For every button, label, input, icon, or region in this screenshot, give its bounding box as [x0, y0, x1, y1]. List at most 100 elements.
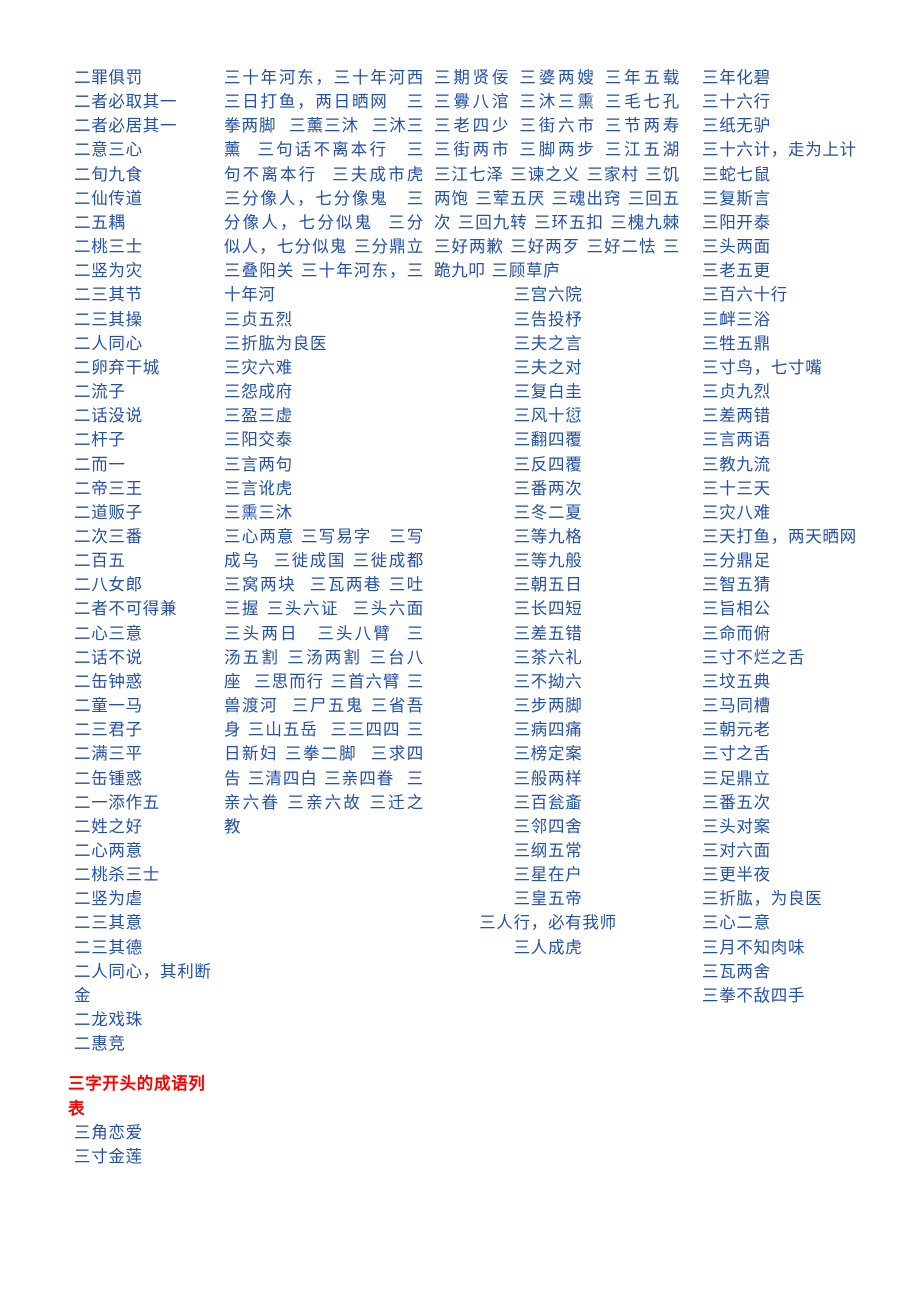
- idiom-entry: 二者不可得兼: [74, 599, 178, 619]
- idiom-entry: 三十六计，走为上计: [702, 140, 857, 160]
- idiom-entry: 三差两错: [702, 406, 771, 426]
- idiom-entry: 二意三心: [74, 140, 143, 160]
- column-3-centered-entry-list: 三宫六院 三告投杼 三夫之言 三夫之对 三复白圭 三风十愆 三翻四覆 三反四覆 三番两次 三冬二夏…: [434, 283, 680, 959]
- idiom-entry: 三言讹虎: [224, 478, 293, 498]
- idiom-entry: 三风十愆: [513, 406, 583, 426]
- idiom-entry: 三言两句: [224, 454, 293, 474]
- idiom-entry: 三十六行: [702, 92, 771, 112]
- idiom-entry: 三灾六难: [224, 357, 293, 377]
- idiom-entry: 二话没说: [74, 406, 143, 426]
- idiom-entry: 三般两样: [513, 768, 583, 788]
- idiom-entry: 二次三番: [74, 526, 143, 546]
- idiom-entry: 三命而俯: [702, 623, 771, 643]
- idiom-entry: 三熏三沐: [224, 502, 293, 522]
- idiom-entry: 三复白圭: [513, 382, 583, 402]
- idiom-entry: 二姓之好: [74, 816, 143, 836]
- idiom-entry: 三不拗六: [513, 671, 583, 691]
- idiom-entry: 二百五: [74, 551, 126, 571]
- idiom-entry: 二三其德: [74, 937, 143, 957]
- idiom-column-3: 三期贤佞 三婆两嫂 三年五载 三釁八涫 三沐三熏 三毛七孔 三老四少 三街六市 …: [428, 66, 686, 960]
- idiom-entry: 三坟五典: [702, 671, 771, 691]
- idiom-entry: 三翻四覆: [513, 430, 583, 450]
- idiom-entry: 三寸鸟，七寸嘴: [702, 357, 823, 377]
- idiom-entry: 三人成虎: [513, 937, 583, 957]
- column-1-entry-list: 二罪俱罚 二者必取其一 二者必居其一 二意三心 二旬九食 二仙传道 二五耦 二桃三士 二竖为灾二…: [68, 66, 214, 1056]
- idiom-entry: 三朝元老: [702, 720, 771, 740]
- idiom-entry: 三牲五鼎: [702, 333, 771, 353]
- idiom-entry: 三心二意: [702, 913, 771, 933]
- idiom-entry: 三榜定案: [513, 744, 583, 764]
- idiom-entry: 二仙传道: [74, 188, 143, 208]
- idiom-entry: 三灾八难: [702, 502, 771, 522]
- idiom-entry: 二人同心，其利断金: [74, 961, 212, 1005]
- idiom-entry: 三教九流: [702, 454, 771, 474]
- idiom-entry: 三纸无驴: [702, 116, 771, 136]
- idiom-entry: 三百六十行: [702, 285, 788, 305]
- idiom-entry: 二三君子: [74, 720, 143, 740]
- idiom-entry: 三告投杼: [513, 309, 583, 329]
- column-4-entry-list: 三年化碧 三十六行 三纸无驴 三十六计，走为上计 三蛇七鼠 三复斯言 三阳开泰 三头两面 三老五…: [702, 66, 914, 1008]
- column-2-tail-flow-text: 三心两意 三写易字 三写成乌 三徙成国 三徙成都 三窝两块 三瓦两巷 三吐三握 …: [224, 526, 442, 836]
- idiom-entry: 三折肱为良医: [224, 333, 328, 353]
- idiom-entry: 三盈三虚: [224, 406, 293, 426]
- idiom-entry: 二桃三士: [74, 237, 143, 257]
- idiom-entry: 二八女郎: [74, 575, 143, 595]
- idiom-entry: 三头两面: [702, 237, 771, 257]
- idiom-entry: 三番五次: [702, 792, 771, 812]
- idiom-entry: 二桃杀三士: [74, 865, 160, 885]
- idiom-entry: 二竖为虐: [74, 889, 143, 909]
- idiom-entry: 二三其节: [74, 285, 143, 305]
- idiom-entry: 三宫六院: [513, 285, 583, 305]
- idiom-entry: 三老五更: [702, 261, 771, 281]
- idiom-entry: 二流子: [74, 382, 126, 402]
- idiom-entry: 二心三意: [74, 623, 143, 643]
- column-2-flow-text: 三十年河东，三十年河西 三日打鱼，两日晒网 三拳两脚 三薰三沐 三沐三薰 三句话…: [224, 68, 436, 305]
- idiom-entry: 三折肱，为良医: [702, 889, 823, 909]
- idiom-entry: 二惠竞: [74, 1034, 126, 1054]
- idiom-entry: 三寸不烂之舌: [702, 647, 806, 667]
- idiom-entry: 二缶钟惑: [74, 671, 143, 691]
- idiom-entry: 三马同槽: [702, 696, 771, 716]
- idiom-entry: 二三其意: [74, 913, 143, 933]
- idiom-entry: 二帝三王: [74, 478, 143, 498]
- idiom-entry: 二满三平: [74, 744, 143, 764]
- idiom-entry: 三十三天: [702, 478, 771, 498]
- idiom-entry: 三朝五日: [513, 575, 583, 595]
- idiom-column-2: 三十年河东，三十年河西 三日打鱼，两日晒网 三拳两脚 三薰三沐 三沐三薰 三句话…: [218, 66, 428, 839]
- idiom-entry: 二龙戏珠: [74, 1010, 143, 1030]
- idiom-entry: 三星在户: [513, 865, 583, 885]
- idiom-entry: 三差五错: [513, 623, 583, 643]
- idiom-entry: 三百瓮齑: [513, 792, 583, 812]
- idiom-column-1: 二罪俱罚 二者必取其一 二者必居其一 二意三心 二旬九食 二仙传道 二五耦 二桃三士 二竖为灾二…: [0, 66, 218, 1169]
- idiom-entry: 三旨相公: [702, 599, 771, 619]
- idiom-entry: 三更半夜: [702, 865, 771, 885]
- idiom-entry: 二罪俱罚: [74, 68, 143, 87]
- idiom-entry: 三月不知肉味: [702, 937, 806, 957]
- column-3-flow-text: 三期贤佞 三婆两嫂 三年五载 三釁八涫 三沐三熏 三毛七孔 三老四少 三街六市 …: [434, 68, 692, 281]
- document-page: 二罪俱罚 二者必取其一 二者必居其一 二意三心 二旬九食 二仙传道 二五耦 二桃三士 二竖为灾二…: [0, 0, 920, 1302]
- idiom-entry: 三足鼎立: [702, 768, 771, 788]
- idiom-entry: 三病四痛: [513, 720, 583, 740]
- idiom-entry: 三年化碧: [702, 68, 771, 87]
- idiom-entry: 二竖为灾: [74, 261, 143, 281]
- idiom-entry: 二者必取其一: [74, 92, 178, 112]
- idiom-entry: 二缶锺惑: [74, 768, 143, 788]
- idiom-entry: 二杆子: [74, 430, 126, 450]
- idiom-entry: 三寸之舌: [702, 744, 771, 764]
- idiom-entry: 三怨成府: [224, 382, 293, 402]
- section-heading-san: 三字开头的成语列表: [68, 1074, 206, 1118]
- idiom-entry: 二童一马: [74, 696, 143, 716]
- idiom-entry: 三反四覆: [513, 454, 583, 474]
- idiom-entry: 三冬二夏: [513, 502, 583, 522]
- idiom-columns-container: 二罪俱罚 二者必取其一 二者必居其一 二意三心 二旬九食 二仙传道 二五耦 二桃三士 二竖为灾二…: [0, 0, 920, 1302]
- idiom-entry: 二者必居其一: [74, 116, 178, 136]
- idiom-entry: 三复斯言: [702, 188, 771, 208]
- idiom-entry: 三贞九烈: [702, 382, 771, 402]
- idiom-entry: 二而一: [74, 454, 126, 474]
- idiom-column-4: 三年化碧 三十六行 三纸无驴 三十六计，走为上计 三蛇七鼠 三复斯言 三阳开泰 三头两面 三老五…: [686, 66, 920, 1008]
- idiom-entry: 三步两脚: [513, 696, 583, 716]
- idiom-entry: 三贞五烈: [224, 309, 293, 329]
- idiom-entry: 二话不说: [74, 647, 143, 667]
- idiom-entry: 三角恋爱: [74, 1122, 143, 1142]
- column-1-entry-list-after-heading: 三角恋爱 三寸金莲: [68, 1121, 214, 1169]
